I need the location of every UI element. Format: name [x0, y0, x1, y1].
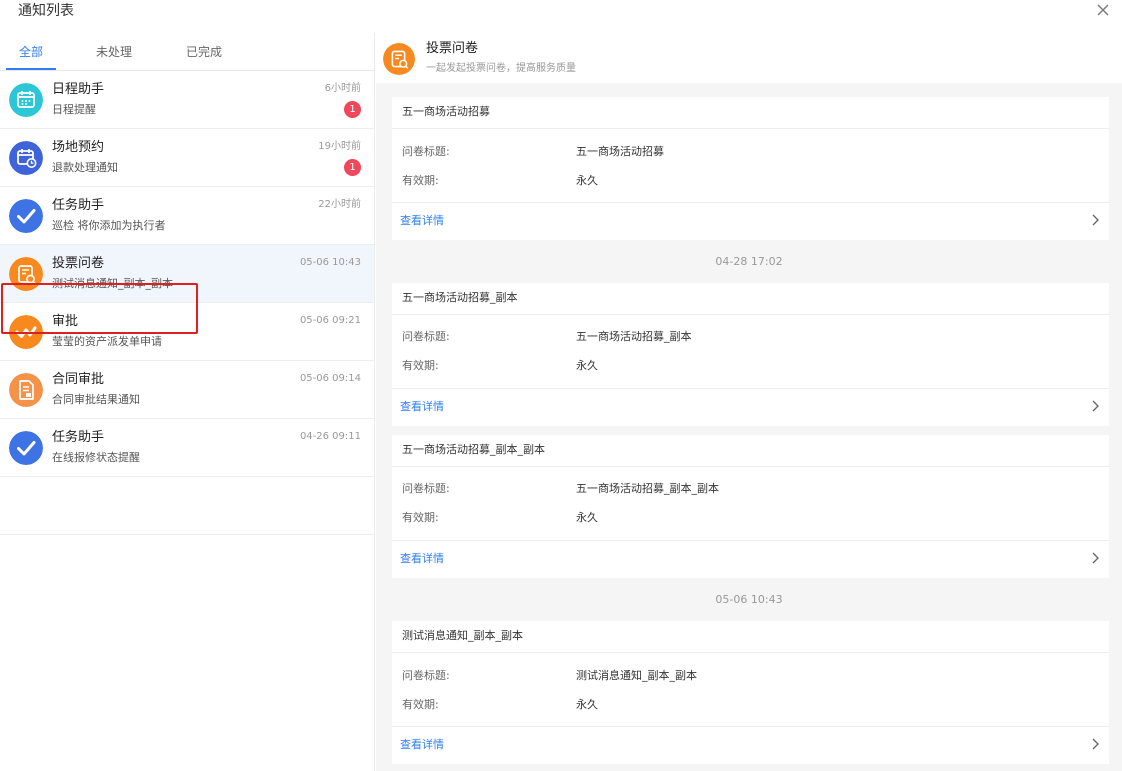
- divider: [392, 466, 1109, 467]
- contract-icon: [9, 373, 43, 407]
- field-label: 问卷标题:: [402, 669, 450, 682]
- item-name: 任务助手: [52, 430, 105, 445]
- field-label: 有效期:: [402, 174, 439, 187]
- field-value: 五一商场活动招募_副本: [576, 330, 692, 343]
- calendar-icon: [9, 83, 43, 117]
- field-value: 测试消息通知_副本_副本: [576, 669, 697, 682]
- list-item[interactable]: 任务助手 在线报修状态提醒 04-26 09:11: [0, 419, 374, 477]
- card-title: 五一商场活动招募_副本: [402, 291, 518, 304]
- unread-badge: 1: [344, 101, 361, 118]
- chevron-right-icon[interactable]: [1089, 213, 1101, 227]
- check-icon: [9, 431, 43, 465]
- tab-completed[interactable]: 已完成: [186, 43, 222, 61]
- divider: [392, 540, 1109, 541]
- view-details-link[interactable]: 查看详情: [400, 399, 444, 415]
- item-summary: 日程提醒: [52, 103, 96, 116]
- active-tab-indicator: [6, 68, 56, 70]
- list-item[interactable]: 任务助手 巡检 将你添加为执行者 22小时前: [0, 187, 374, 245]
- survey-icon: [383, 43, 415, 75]
- divider: [392, 128, 1109, 129]
- item-time: 05-06 09:21: [299, 315, 361, 326]
- item-summary: 合同审批结果通知: [52, 393, 140, 406]
- item-name: 场地预约: [52, 140, 105, 155]
- item-summary: 在线报修状态提醒: [52, 451, 140, 464]
- view-details-link[interactable]: 查看详情: [400, 551, 444, 567]
- list-item[interactable]: 日程助手 日程提醒 6小时前 1: [0, 71, 374, 129]
- list-item[interactable]: 场地预约 退款处理通知 19小时前 1: [0, 129, 374, 187]
- calendar-clock-icon: [9, 141, 43, 175]
- chevron-right-icon[interactable]: [1089, 737, 1101, 751]
- card-title: 五一商场活动招募: [402, 105, 490, 118]
- approval-icon: [9, 315, 43, 349]
- timestamp-divider: 05-06 10:43: [715, 593, 783, 606]
- field-label: 有效期:: [402, 359, 439, 372]
- field-value: 永久: [576, 174, 598, 187]
- notification-list: 日程助手 日程提醒 6小时前 1 场地预约 退款处理通知 19小时前 1 任务助…: [0, 71, 374, 535]
- timestamp-divider: 04-28 17:02: [715, 255, 783, 268]
- survey-card: 五一商场活动招募_副本 问卷标题: 五一商场活动招募_副本 有效期: 永久 查看…: [392, 283, 1109, 426]
- field-label: 问卷标题:: [402, 330, 450, 343]
- notification-detail: 投票问卷 一起发起投票问卷，提高服务质量 五一商场活动招募 问卷标题: 五一商场…: [376, 33, 1122, 771]
- notification-sidebar: 全部 未处理 已完成 日程助手 日程提醒 6小时前 1 场地预约 退款处理通知 …: [0, 33, 375, 771]
- field-value: 永久: [576, 511, 598, 524]
- divider: [392, 202, 1109, 203]
- tab-pending[interactable]: 未处理: [96, 43, 132, 61]
- survey-card: 测试消息通知_副本_副本 问卷标题: 测试消息通知_副本_副本 有效期: 永久 …: [392, 621, 1109, 764]
- empty-list-row: [0, 477, 374, 535]
- item-name: 投票问卷: [52, 256, 105, 271]
- chevron-right-icon[interactable]: [1089, 551, 1101, 565]
- item-time: 6小时前: [324, 83, 361, 94]
- field-label: 问卷标题:: [402, 482, 450, 495]
- field-label: 有效期:: [402, 511, 439, 524]
- item-name: 任务助手: [52, 198, 105, 213]
- view-details-link[interactable]: 查看详情: [400, 737, 444, 753]
- divider: [392, 726, 1109, 727]
- list-item[interactable]: 审批 莹莹的资产派发单申请 05-06 09:21: [0, 303, 374, 361]
- divider: [392, 388, 1109, 389]
- item-time: 05-06 10:43: [299, 257, 361, 268]
- tab-all[interactable]: 全部: [19, 43, 43, 61]
- survey-card: 五一商场活动招募 问卷标题: 五一商场活动招募 有效期: 永久 查看详情: [392, 97, 1109, 240]
- dialog-title: 通知列表: [18, 3, 74, 19]
- item-time: 04-26 09:11: [299, 431, 361, 442]
- field-value: 五一商场活动招募_副本_副本: [576, 482, 719, 495]
- item-time: 05-06 09:14: [299, 373, 361, 384]
- close-icon[interactable]: [1094, 1, 1112, 19]
- item-name: 日程助手: [52, 82, 105, 97]
- field-label: 有效期:: [402, 698, 439, 711]
- item-name: 审批: [52, 314, 79, 329]
- field-value: 永久: [576, 698, 598, 711]
- detail-title: 投票问卷: [426, 41, 479, 56]
- filter-tabs: 全部 未处理 已完成: [0, 33, 374, 71]
- unread-badge: 1: [344, 159, 361, 176]
- item-summary: 退款处理通知: [52, 161, 118, 174]
- item-name: 合同审批: [52, 372, 105, 387]
- survey-card: 五一商场活动招募_副本_副本 问卷标题: 五一商场活动招募_副本_副本 有效期:…: [392, 435, 1109, 578]
- list-item-selected[interactable]: 投票问卷 测试消息通知_副本_副本 05-06 10:43: [0, 245, 374, 303]
- item-summary: 巡检 将你添加为执行者: [52, 219, 166, 232]
- card-title: 五一商场活动招募_副本_副本: [402, 443, 545, 456]
- dialog-header: 通知列表: [0, 0, 1122, 24]
- field-value: 永久: [576, 359, 598, 372]
- check-icon: [9, 199, 43, 233]
- item-summary: 莹莹的资产派发单申请: [52, 335, 162, 348]
- divider: [392, 652, 1109, 653]
- detail-description: 一起发起投票问卷，提高服务质量: [426, 63, 576, 74]
- chevron-right-icon[interactable]: [1089, 399, 1101, 413]
- list-item[interactable]: 合同审批 合同审批结果通知 05-06 09:14: [0, 361, 374, 419]
- item-time: 22小时前: [318, 199, 361, 210]
- view-details-link[interactable]: 查看详情: [400, 213, 444, 229]
- card-title: 测试消息通知_副本_副本: [402, 629, 523, 642]
- item-summary: 测试消息通知_副本_副本: [52, 277, 173, 290]
- item-time: 19小时前: [318, 141, 361, 152]
- field-value: 五一商场活动招募: [576, 145, 664, 158]
- survey-icon: [9, 257, 43, 291]
- field-label: 问卷标题:: [402, 145, 450, 158]
- detail-header: 投票问卷 一起发起投票问卷，提高服务质量: [376, 33, 1122, 83]
- divider: [392, 314, 1109, 315]
